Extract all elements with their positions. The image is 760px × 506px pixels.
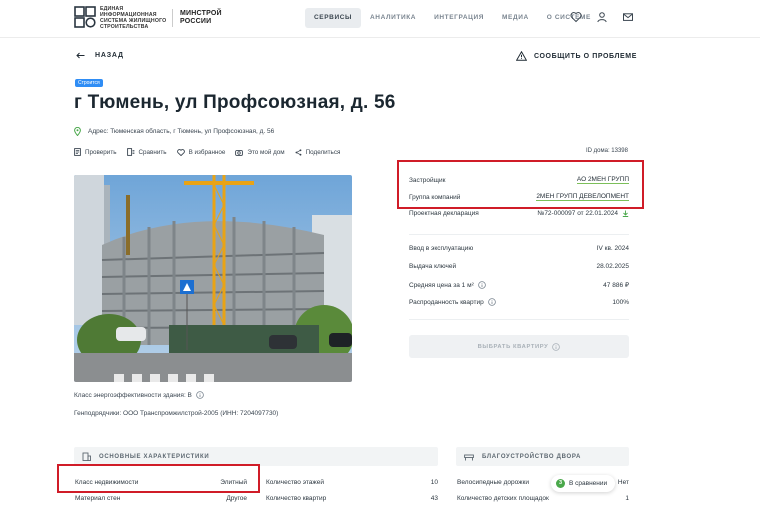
- construction-site-image: [74, 175, 352, 382]
- compare-chip[interactable]: 3 В сравнении: [551, 475, 616, 492]
- action-favorite[interactable]: В избранное: [176, 148, 226, 156]
- property-class-highlight-box: [57, 464, 260, 493]
- commissioning-value: IV кв. 2024: [596, 245, 629, 252]
- bench-icon: [464, 454, 474, 460]
- building-photo[interactable]: [74, 175, 352, 382]
- address: Адрес: Тюменская область, г Тюмень, ул П…: [74, 127, 274, 136]
- document-check-icon: [74, 148, 81, 156]
- commissioning-row: Ввод в эксплуатацию IV кв. 2024: [409, 245, 629, 252]
- user-icon[interactable]: [596, 11, 608, 23]
- action-check-label: Проверить: [85, 148, 117, 156]
- yard-label: Количество детских площадок: [457, 495, 549, 502]
- action-favorite-label: В избранное: [188, 148, 226, 156]
- report-label: СООБЩИТЬ О ПРОБЛЕМЕ: [534, 52, 637, 60]
- char-value: 10: [430, 479, 438, 486]
- share-icon: [295, 148, 302, 156]
- keys-row: Выдача ключей 28.02.2025: [409, 263, 629, 270]
- info-icon[interactable]: [487, 298, 496, 306]
- sold-row: Распроданность квартир 100%: [409, 298, 629, 306]
- arrow-left-icon: [76, 52, 85, 59]
- declaration-value-wrap[interactable]: №72-000097 от 22.01.2024: [537, 210, 629, 217]
- divider: [409, 319, 629, 320]
- price-label-wrap: Средняя цена за 1 м²: [409, 281, 486, 289]
- status-badge: Строится: [75, 79, 103, 87]
- yard-value: 1: [625, 495, 629, 502]
- report-problem-link[interactable]: СООБЩИТЬ О ПРОБЛЕМЕ: [516, 51, 637, 61]
- declaration-row: Проектная декларация №72-000097 от 22.01…: [409, 210, 629, 217]
- char-row: Материал стен Другое: [75, 495, 247, 502]
- nav-analytics[interactable]: АНАЛИТИКА: [361, 8, 425, 28]
- logo-text: Единая информационная система жилищного …: [100, 6, 167, 30]
- site-header: Единая информационная система жилищного …: [0, 0, 760, 38]
- mail-icon[interactable]: [622, 11, 634, 23]
- nav-services[interactable]: СЕРВИСЫ: [305, 8, 361, 28]
- sold-label-wrap: Распроданность квартир: [409, 298, 496, 306]
- info-icon[interactable]: [196, 391, 204, 399]
- char-value: 43: [430, 495, 438, 502]
- divider: [409, 234, 629, 235]
- contractors: Генподрядчики: ООО Транспромжилстрой-200…: [74, 410, 279, 417]
- yard-value: Нет: [617, 479, 629, 486]
- char-value: Другое: [226, 495, 247, 502]
- nav-media[interactable]: МЕДИА: [493, 8, 538, 28]
- energy-class-text: Класс энергоэффективности здания: В: [74, 391, 192, 399]
- main-nav: СЕРВИСЫ АНАЛИТИКА ИНТЕГРАЦИЯ МЕДИА О СИС…: [305, 8, 600, 28]
- action-compare-label: Сравнить: [138, 148, 167, 156]
- price-row: Средняя цена за 1 м² 47 886 ₽: [409, 281, 629, 289]
- camera-home-icon: [235, 149, 244, 156]
- address-text: Адрес: Тюменская область, г Тюмень, ул П…: [88, 128, 275, 135]
- action-my-home-label: Это мой дом: [247, 148, 285, 156]
- action-bar: Проверить Сравнить В избранное Это мой д…: [74, 148, 340, 156]
- action-check[interactable]: Проверить: [74, 148, 117, 156]
- compare-count: 3: [556, 479, 565, 488]
- heart-icon[interactable]: [570, 11, 582, 23]
- ministry-logo[interactable]: МИНСТРОЙ РОССИИ: [180, 10, 228, 25]
- char-row: Количество этажей 10: [266, 479, 438, 486]
- action-share[interactable]: Поделиться: [295, 148, 341, 156]
- char-label: Количество квартир: [266, 495, 327, 502]
- nav-integration[interactable]: ИНТЕГРАЦИЯ: [425, 8, 493, 28]
- yard-title: БЛАГОУСТРОЙСТВО ДВОРА: [482, 453, 582, 460]
- download-icon[interactable]: [622, 210, 629, 217]
- back-label: НАЗАД: [95, 52, 124, 59]
- char-row: Количество квартир 43: [266, 495, 438, 502]
- developer-highlight-box: [397, 160, 644, 209]
- action-compare[interactable]: Сравнить: [126, 148, 167, 156]
- keys-label: Выдача ключей: [409, 263, 457, 270]
- back-link[interactable]: НАЗАД: [76, 52, 124, 59]
- sold-label: Распроданность квартир: [409, 298, 484, 306]
- heart-icon: [176, 148, 185, 156]
- yard-label: Велосипедные дорожки: [457, 479, 529, 486]
- commissioning-label: Ввод в эксплуатацию: [409, 245, 474, 252]
- select-apartment-button[interactable]: ВЫБРАТЬ КВАРТИРУ: [409, 335, 629, 358]
- energy-class: Класс энергоэффективности здания: В: [74, 391, 204, 399]
- info-icon: [552, 342, 561, 351]
- header-icons: [570, 11, 634, 23]
- declaration-value: №72-000097 от 22.01.2024: [537, 210, 618, 217]
- char-label: Материал стен: [75, 495, 121, 502]
- price-value: 47 886 ₽: [603, 282, 629, 289]
- logo-divider: [172, 9, 173, 27]
- compare-chip-label: В сравнении: [569, 480, 608, 487]
- select-apartment-label: ВЫБРАТЬ КВАРТИРУ: [477, 343, 549, 350]
- declaration-label: Проектная декларация: [409, 210, 479, 217]
- characteristics-title: ОСНОВНЫЕ ХАРАКТЕРИСТИКИ: [99, 453, 210, 460]
- page-title: г Тюмень, ул Профсоюзная, д. 56: [74, 92, 396, 113]
- sold-value: 100%: [612, 298, 629, 306]
- yard-header: БЛАГОУСТРОЙСТВО ДВОРА: [456, 447, 629, 466]
- action-share-label: Поделиться: [305, 148, 341, 156]
- house-id: ID дома: 13398: [586, 148, 628, 154]
- dom-rf-logo-icon[interactable]: [74, 6, 96, 28]
- yard-row: Количество детских площадок 1: [457, 495, 629, 502]
- building-icon: [82, 452, 91, 461]
- info-icon[interactable]: [477, 281, 486, 289]
- compare-icon: [126, 148, 134, 156]
- char-label: Количество этажей: [266, 479, 324, 486]
- keys-value: 28.02.2025: [596, 263, 629, 270]
- map-pin-icon: [74, 127, 81, 136]
- price-label: Средняя цена за 1 м²: [409, 281, 474, 289]
- action-my-home[interactable]: Это мой дом: [235, 148, 285, 156]
- warning-icon: [516, 51, 527, 61]
